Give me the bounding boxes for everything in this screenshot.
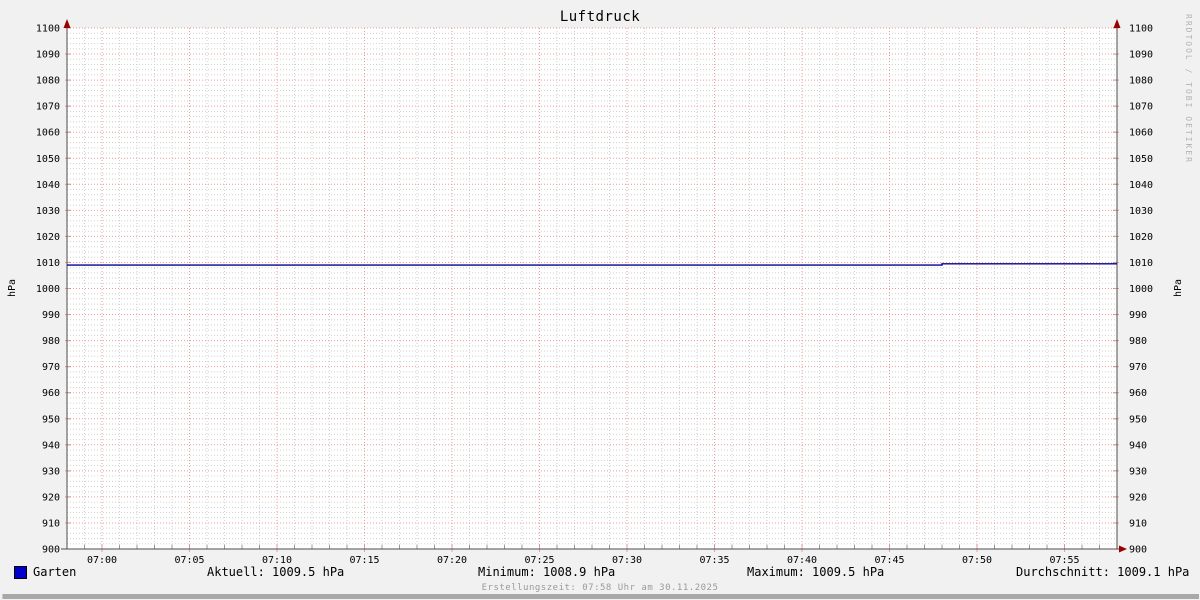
stat-maximum: Maximum: 1009.5 hPa [747,565,884,579]
svg-text:950: 950 [42,414,60,425]
svg-text:1050: 1050 [1129,154,1153,165]
svg-text:940: 940 [42,440,60,451]
svg-text:1040: 1040 [36,180,60,191]
svg-text:1060: 1060 [36,128,60,139]
svg-text:990: 990 [42,310,60,321]
chart-canvas: 900 900 910 910 920 920 930 930 940 940 950 950 960 9… [0,0,1200,600]
svg-text:960: 960 [42,388,60,399]
svg-text:1090: 1090 [36,50,60,61]
svg-text:1000: 1000 [1129,284,1153,295]
creation-timestamp: Erstellungszeit: 07:58 Uhr am 30.11.2025 [0,583,1200,593]
svg-text:920: 920 [1129,492,1147,503]
svg-text:1080: 1080 [36,76,60,87]
svg-text:1060: 1060 [1129,128,1153,139]
svg-text:960: 960 [1129,388,1147,399]
svg-text:1040: 1040 [1129,180,1153,191]
svg-text:940: 940 [1129,440,1147,451]
svg-text:980: 980 [1129,336,1147,347]
svg-text:990: 990 [1129,310,1147,321]
stat-durchschnitt: Durchschnitt: 1009.1 hPa [1016,565,1189,579]
svg-text:900: 900 [42,545,60,556]
svg-text:910: 910 [1129,518,1147,529]
svg-text:1100: 1100 [36,24,60,35]
svg-text:1030: 1030 [36,206,60,217]
svg-text:hPa: hPa [1173,279,1184,297]
svg-text:1080: 1080 [1129,76,1153,87]
svg-text:hPa: hPa [7,279,18,297]
svg-text:1010: 1010 [1129,258,1153,269]
bottom-scrollbar [2,594,1199,599]
series-color-swatch [14,566,27,579]
stat-minimum: Minimum: 1008.9 hPa [478,565,615,579]
svg-text:910: 910 [42,518,60,529]
svg-text:1020: 1020 [36,232,60,243]
x-axis-arrow [1119,546,1127,553]
svg-text:950: 950 [1129,414,1147,425]
svg-text:970: 970 [1129,362,1147,373]
svg-text:1010: 1010 [36,258,60,269]
chart-title: Luftdruck [0,9,1200,25]
svg-text:1050: 1050 [36,154,60,165]
svg-text:1070: 1070 [36,102,60,113]
svg-text:930: 930 [42,466,60,477]
svg-text:1030: 1030 [1129,206,1153,217]
rrdtool-watermark: RRDTOOL / TOBI OETIKER [1184,14,1193,164]
svg-text:1020: 1020 [1129,232,1153,243]
svg-text:930: 930 [1129,466,1147,477]
svg-text:970: 970 [42,362,60,373]
legend-row: Garten Aktuell: 1009.5 hPa Minimum: 1008… [0,565,1200,580]
svg-text:900: 900 [1129,545,1147,556]
svg-text:1100: 1100 [1129,24,1153,35]
rrdtool-graph-page: 900 900 910 910 920 920 930 930 940 940 950 950 960 9… [0,0,1200,600]
svg-text:1070: 1070 [1129,102,1153,113]
stat-aktuell: Aktuell: 1009.5 hPa [207,565,344,579]
svg-text:920: 920 [42,492,60,503]
series-label: Garten [33,565,76,579]
svg-text:1000: 1000 [36,284,60,295]
svg-text:980: 980 [42,336,60,347]
svg-text:1090: 1090 [1129,50,1153,61]
